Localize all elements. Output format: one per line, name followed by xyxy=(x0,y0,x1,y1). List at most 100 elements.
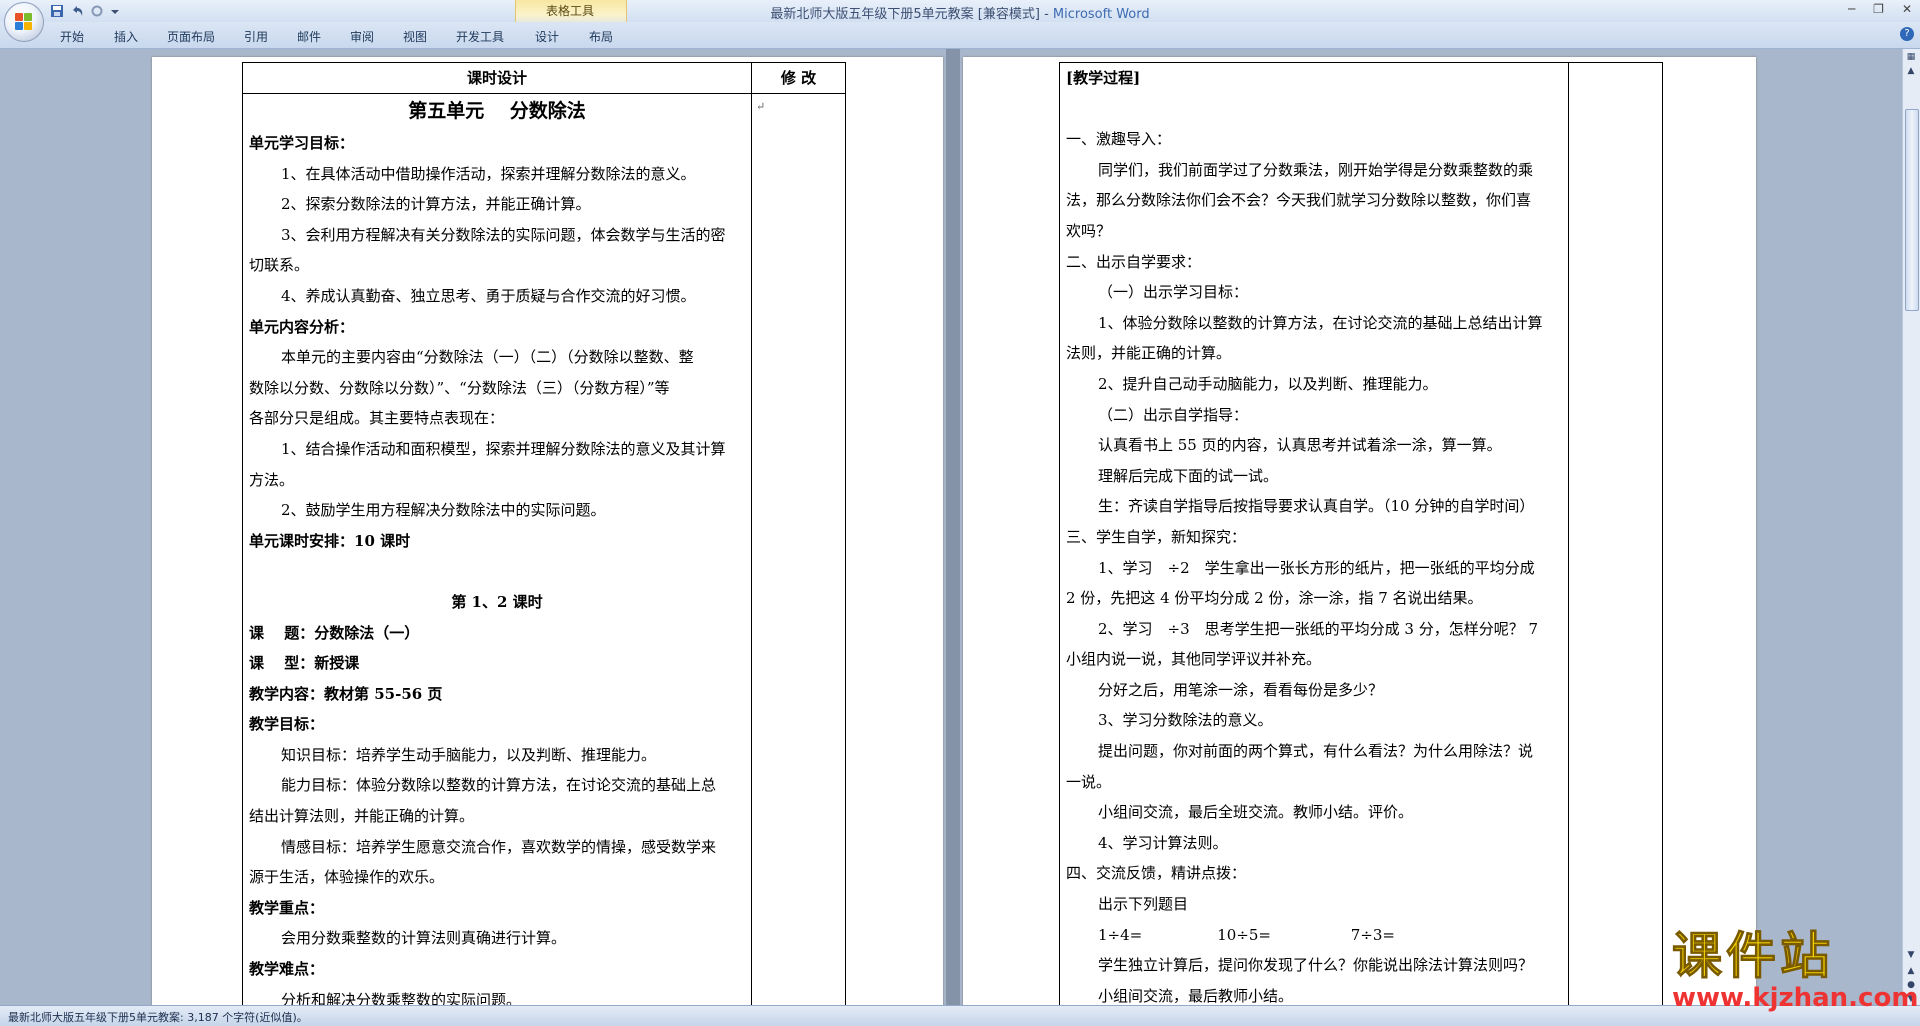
page1-text-line: 会用分数乘整数的计算法则真确进行计算。 xyxy=(281,929,567,948)
page2-text-line: 1÷4= 10÷5= 7÷3= xyxy=(1098,925,1395,944)
page2-text-line: 欢吗？ xyxy=(1066,221,1112,240)
page2-text-line: 2、提升自己动手动脑能力，以及判断、推理能力。 xyxy=(1098,374,1438,393)
page-separator xyxy=(946,49,960,1005)
page2-text-line: （一）出示学习目标： xyxy=(1098,283,1249,302)
page1-text-line: 各部分只是组成。其主要特点表现在： xyxy=(249,409,505,428)
page1-text-line: 教学重点： xyxy=(249,898,325,917)
page2-text-line xyxy=(1060,94,1568,125)
minimize-icon[interactable]: ─ xyxy=(1848,2,1855,16)
document-workspace: 课时设计 修 改 第五单元 分数除法 单元学习目标： 1、在具体活动中借助操作活动，… xyxy=(0,49,1903,1005)
page2-text-line: 二、出示自学要求： xyxy=(1066,252,1202,271)
page2-text-line: 提出问题，你对前面的两个算式，有什么看法？为什么用除法？说 xyxy=(1098,742,1534,761)
vertical-scrollbar[interactable]: ▦ ▲ ▼ ▲ ● ▼ xyxy=(1902,49,1920,1005)
right-page-lines: [教学过程] 一、激趣导入： 同学们，我们前面学过了分数乘法，刚开始学得是分数乘整… xyxy=(1060,63,1568,1005)
table-tools-label: 表格工具 xyxy=(545,4,594,18)
tab-references[interactable]: 引用 xyxy=(244,28,268,45)
tab-review[interactable]: 审阅 xyxy=(350,28,374,45)
page2-text-line: 2、学习 ÷3 思考学生把一张纸的平均分成 3 分，怎样分呢？ 7 xyxy=(1098,619,1539,638)
tab-layout[interactable]: 布局 xyxy=(589,28,613,45)
customize-toolbar-icon[interactable] xyxy=(110,4,124,18)
page1-text-line: 方法。 xyxy=(249,470,295,489)
page1-text-line: 本单元的主要内容由“分数除法（一）（二）（分数除以整数、整 xyxy=(281,348,694,367)
page2-text-line: 一、激趣导入： xyxy=(1066,130,1172,149)
page2-text-line: [教学过程] xyxy=(1066,69,1141,87)
page2-text-line: 小组内说一说，其他同学评议并补充。 xyxy=(1066,650,1322,669)
application-name: Microsoft Word xyxy=(1052,7,1150,22)
page2-text-line: 法，那么分数除法你们会不会？今天我们就学习分数除以整数，你们喜 xyxy=(1066,191,1532,210)
header-cell-revise[interactable]: 修 改 xyxy=(751,62,846,94)
content-cell-right[interactable]: [教学过程] 一、激趣导入： 同学们，我们前面学过了分数乘法，刚开始学得是分数乘整… xyxy=(1059,62,1569,1005)
undo-icon[interactable] xyxy=(70,4,84,18)
ribbon-tabs: 开始 插入 页面布局 引用 邮件 审阅 视图 开发工具 设计 布局 xyxy=(0,22,1920,49)
ruler-toggle-icon[interactable]: ▦ xyxy=(1905,51,1917,63)
page1-text-line: 第五单元 分数除法 xyxy=(408,100,586,122)
page2-text-line: 小组间交流，最后全班交流。教师小结。评价。 xyxy=(1098,803,1414,822)
page2-text-line: （二）出示自学指导： xyxy=(1098,405,1249,424)
page1-text-line: 数除以分数、分数除以分数）”、“分数除法（三）（分数方程）”等 xyxy=(249,378,670,397)
page1-text-line: 结出计算法则，并能正确的计算。 xyxy=(249,807,475,826)
quick-access-toolbar xyxy=(50,3,124,19)
tab-view[interactable]: 视图 xyxy=(403,28,427,45)
scroll-up-icon[interactable]: ▲ xyxy=(1905,65,1917,77)
page-left: 课时设计 修 改 第五单元 分数除法 单元学习目标： 1、在具体活动中借助操作活动，… xyxy=(152,57,943,1005)
document-title: 最新北师大版五年级下册5单元教案 [兼容模式] xyxy=(770,7,1040,22)
tab-page-layout[interactable]: 页面布局 xyxy=(167,28,215,45)
close-icon[interactable]: ✕ xyxy=(1902,2,1912,16)
window-controls: ─ ❐ ✕ xyxy=(1848,2,1912,16)
previous-page-icon[interactable]: ▲ xyxy=(1905,965,1917,977)
office-logo-icon xyxy=(15,13,33,31)
page1-text-line: 情感目标：培养学生愿意交流合作，喜欢数学的情操，感受数学来 xyxy=(281,837,717,856)
watermark-url: www.kjzhan.com xyxy=(1672,983,1919,1013)
page2-text-line: 出示下列题目 xyxy=(1098,895,1189,914)
page2-text-line: 四、交流反馈，精讲点拨： xyxy=(1066,864,1247,883)
tab-home[interactable]: 开始 xyxy=(60,28,84,45)
page2-text-line: 1、学习 ÷2 学生拿出一张长方形的纸片，把一张纸的平均分成 xyxy=(1098,558,1535,577)
page1-text-line: 知识目标：培养学生动手脑能力，以及判断、推理能力。 xyxy=(281,745,657,764)
restore-icon[interactable]: ❐ xyxy=(1873,2,1884,16)
save-icon[interactable] xyxy=(50,4,64,18)
page1-text-line: 2、探索分数除法的计算方法，并能正确计算。 xyxy=(281,195,591,214)
redo-icon[interactable] xyxy=(90,4,104,18)
title-bar: 最新北师大版五年级下册5单元教案 [兼容模式] - Microsoft Word… xyxy=(0,0,1920,22)
page1-text-line: 单元课时安排：10 课时 xyxy=(249,531,411,550)
tab-insert[interactable]: 插入 xyxy=(114,28,138,45)
page2-text-line: 一说。 xyxy=(1066,772,1112,791)
left-page-lines: 第五单元 分数除法 单元学习目标： 1、在具体活动中借助操作活动，探索并理解分数除法… xyxy=(243,94,751,1005)
page1-text-line: 源于生活，体验操作的欢乐。 xyxy=(249,868,445,887)
tab-design[interactable]: 设计 xyxy=(535,28,559,45)
help-icon[interactable]: ? xyxy=(1900,27,1914,41)
page2-text-line: 分好之后，用笔涂一涂，看看每份是多少？ xyxy=(1098,680,1384,699)
tab-developer[interactable]: 开发工具 xyxy=(456,28,504,45)
page1-text-line xyxy=(243,556,751,587)
watermark-logo: 课件站 www.kjzhan.com xyxy=(1672,927,1919,1013)
revise-cell-right[interactable] xyxy=(1568,62,1663,1005)
word-count-status[interactable]: 最新北师大版五年级下册5单元教案: 3,187 个字符(近似值)。 xyxy=(8,1009,308,1025)
watermark-chinese-text: 课件站 xyxy=(1672,927,1834,985)
page1-text-line: 1、结合操作活动和面积模型，探索并理解分数除法的意义及其计算 xyxy=(281,439,726,458)
paragraph-mark: ↵ xyxy=(756,100,766,113)
header-cell-lesson-design[interactable]: 课时设计 xyxy=(242,62,752,94)
header-revise: 修 改 xyxy=(780,69,817,87)
scroll-thumb[interactable] xyxy=(1905,109,1919,311)
page2-text-line: 4、学习计算法则。 xyxy=(1098,833,1228,852)
title-separator: - xyxy=(1039,7,1053,22)
status-bar: 最新北师大版五年级下册5单元教案: 3,187 个字符(近似值)。 xyxy=(0,1005,1920,1026)
content-cell-left[interactable]: 第五单元 分数除法 单元学习目标： 1、在具体活动中借助操作活动，探索并理解分数除法… xyxy=(242,92,752,1005)
page1-text-line: 分析和解决分数乘整数的实际问题。 xyxy=(281,990,522,1005)
page2-text-line: 生：齐读自学指导后按指导要求认真自学。（10 分钟的自学时间） xyxy=(1098,497,1535,516)
page1-text-line: 课 题：分数除法（一） xyxy=(249,623,420,642)
page1-text-line: 教学目标： xyxy=(249,715,325,734)
revise-cell[interactable]: ↵ xyxy=(751,92,846,1005)
page2-text-line: 同学们，我们前面学过了分数乘法，刚开始学得是分数乘整数的乘 xyxy=(1098,160,1534,179)
office-button[interactable] xyxy=(4,2,44,42)
page1-text-line: 3、会利用方程解决有关分数除法的实际问题，体会数学与生活的密 xyxy=(281,225,726,244)
tab-mailings[interactable]: 邮件 xyxy=(297,28,321,45)
page1-text-line: 1、在具体活动中借助操作活动，探索并理解分数除法的意义。 xyxy=(281,164,696,183)
page2-text-line: 认真看书上 55 页的内容，认真思考并试着涂一涂，算一算。 xyxy=(1098,436,1502,455)
page1-text-line: 单元内容分析： xyxy=(249,317,355,336)
page2-text-line: 小组间交流，最后教师小结。 xyxy=(1098,986,1294,1005)
page2-text-line: 2 份，先把这 4 份平均分成 2 份，涂一涂，指 7 名说出结果。 xyxy=(1066,589,1483,608)
scroll-down-icon[interactable]: ▼ xyxy=(1905,949,1917,961)
page2-text-line: 学生独立计算后，提问你发现了什么？你能说出除法计算法则吗？ xyxy=(1098,956,1534,975)
page1-text-line: 4、养成认真勤奋、独立思考、勇于质疑与合作交流的好习惯。 xyxy=(281,286,696,305)
